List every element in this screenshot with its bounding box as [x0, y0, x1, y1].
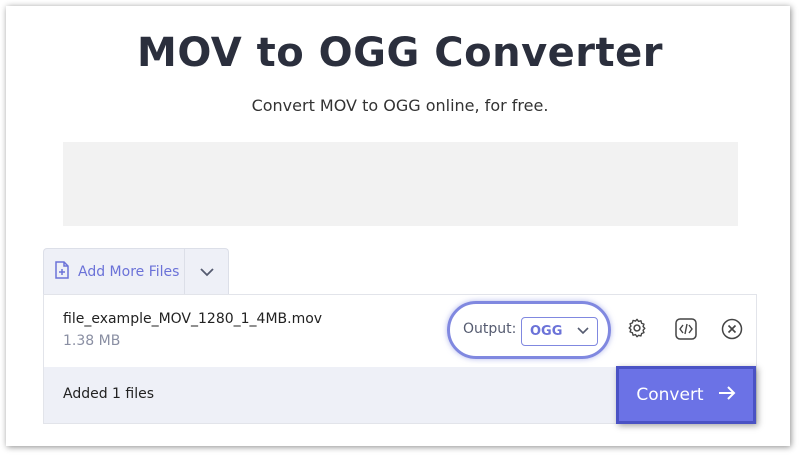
file-size: 1.38 MB — [63, 333, 121, 349]
output-format-select[interactable]: OGG — [521, 317, 598, 346]
convert-label: Convert — [636, 385, 704, 405]
file-plus-icon — [54, 260, 70, 283]
file-name: file_example_MOV_1280_1_4MB.mov — [63, 311, 323, 327]
settings-button[interactable] — [625, 318, 649, 342]
page-subtitle: Convert MOV to OGG online, for free. — [251, 96, 549, 115]
chevron-down-icon — [199, 262, 214, 281]
code-icon — [675, 318, 697, 344]
close-circle-icon — [721, 318, 743, 344]
remove-file-button[interactable] — [720, 318, 744, 344]
gear-icon — [626, 317, 648, 343]
ad-placeholder — [63, 142, 738, 226]
output-label: Output: — [463, 321, 517, 337]
add-more-files-label: Add More Files — [78, 263, 180, 280]
added-files-count: Added 1 files — [63, 386, 155, 402]
embed-code-button[interactable] — [674, 318, 698, 344]
add-files-dropdown-button[interactable] — [184, 248, 229, 294]
page-title: MOV to OGG Converter — [137, 30, 663, 76]
output-format-value: OGG — [530, 324, 563, 339]
chevron-down-icon — [577, 324, 589, 339]
add-more-files-button[interactable]: Add More Files — [43, 248, 185, 294]
convert-button[interactable]: Convert — [616, 366, 756, 424]
arrow-right-icon — [718, 385, 736, 406]
